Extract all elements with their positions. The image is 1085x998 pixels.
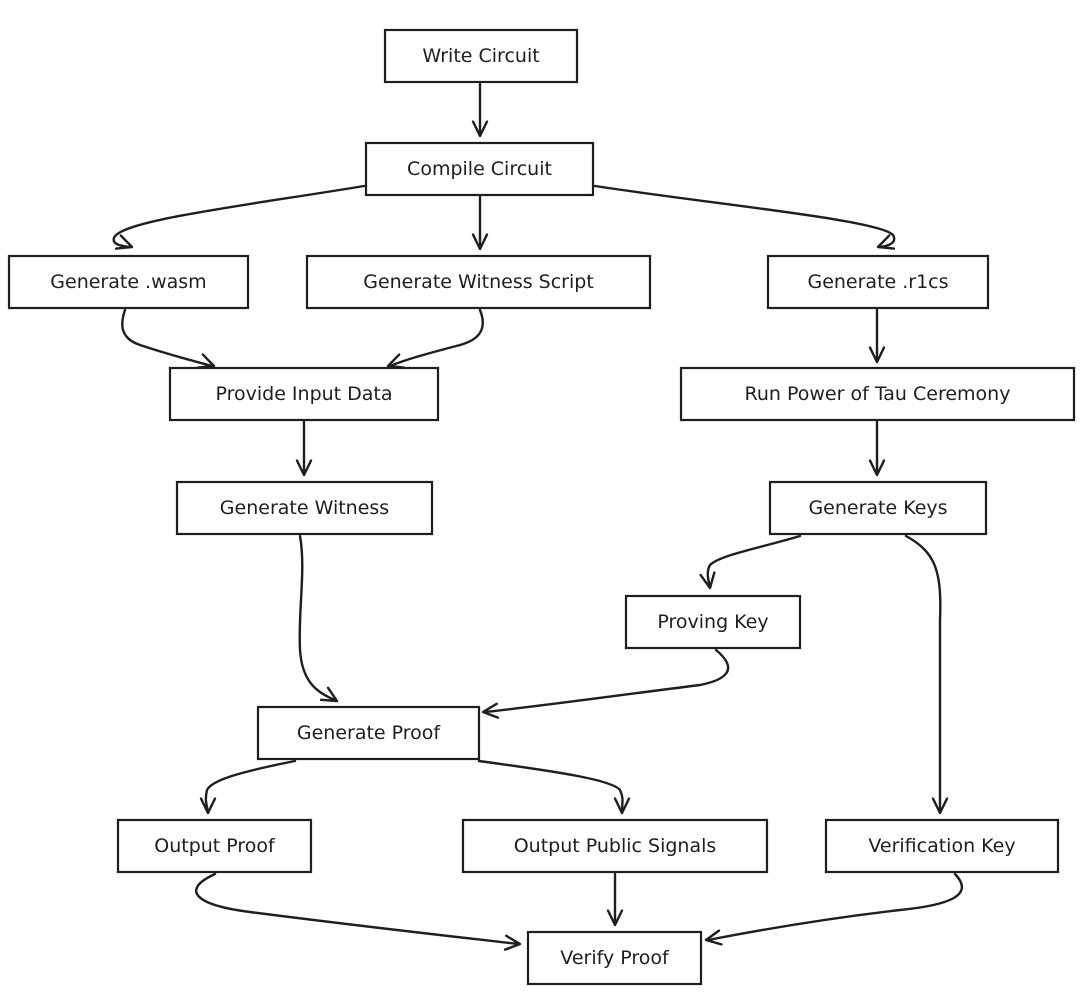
edge-r1cs-tau [868,308,886,364]
edge-line [483,648,730,714]
edge-keys-pkey [699,534,802,590]
edge-witness-proof [298,534,339,703]
node-pkey: Proving Key [624,594,802,650]
edge-line [593,184,896,249]
node-keys: Generate Keys [768,480,988,536]
edge-line [298,534,337,702]
node-input: Provide Input Data [168,366,440,422]
edge-compile-wasm [112,184,366,250]
node-label: Run Power of Tau Ceremony [745,383,1011,405]
node-wasm: Generate .wasm [7,254,250,310]
edge-line [706,534,802,588]
edge-line [112,184,366,249]
edge-pkey-proof [481,648,730,719]
arrowhead-icon [114,234,134,250]
edge-line [388,308,484,368]
edge-line [706,872,963,942]
node-label: Provide Input Data [215,383,392,405]
edge-line [477,759,624,813]
edge-wscript-input [386,308,484,369]
node-label: Generate .r1cs [807,271,948,293]
node-tau: Run Power of Tau Ceremony [679,366,1076,422]
edge-write-compile [471,82,489,138]
node-signals: Output Public Signals [461,818,769,874]
node-label: Generate Proof [297,722,442,744]
edge-input-witness [295,420,313,477]
edge-oproof-verify [195,872,522,951]
edge-line [195,872,520,946]
node-label: Write Circuit [422,45,539,67]
node-witness: Generate Witness [175,480,434,536]
edge-vkey-verify [704,872,963,946]
edge-proof-signals [477,759,631,815]
flowchart: Write Circuit Compile Circuit Generate .wa… [7,28,1076,986]
node-label: Compile Circuit [407,158,552,180]
node-label: Proving Key [657,611,768,633]
edge-line [904,534,942,813]
node-write: Write Circuit [383,28,579,84]
node-label: Generate Witness [220,497,389,519]
edge-compile-r1cs [593,184,896,250]
edge-proof-oproof [199,759,297,815]
node-label: Generate Witness Script [363,271,594,293]
node-label: Verification Key [868,835,1015,857]
node-label: Generate .wasm [50,271,206,293]
edge-keys-vkey [904,534,949,815]
arrowhead-icon [199,797,217,815]
node-oproof: Output Proof [116,818,313,874]
node-compile: Compile Circuit [364,141,595,197]
node-proof: Generate Proof [256,705,481,761]
edge-compile-wscript [471,195,489,251]
node-label: Verify Proof [560,947,670,969]
edge-line [121,308,214,368]
node-label: Generate Keys [808,497,947,519]
node-label: Output Public Signals [514,835,717,857]
node-wscript: Generate Witness Script [305,254,652,310]
edge-wasm-input [121,308,216,369]
arrowhead-icon [196,353,216,369]
edge-signals-verify [606,872,624,927]
edge-tau-keys [868,420,886,477]
node-label: Output Proof [154,835,276,857]
node-r1cs: Generate .r1cs [766,254,990,310]
node-verify: Verify Proof [526,930,703,986]
edge-line [204,759,297,813]
node-vkey: Verification Key [824,818,1060,874]
